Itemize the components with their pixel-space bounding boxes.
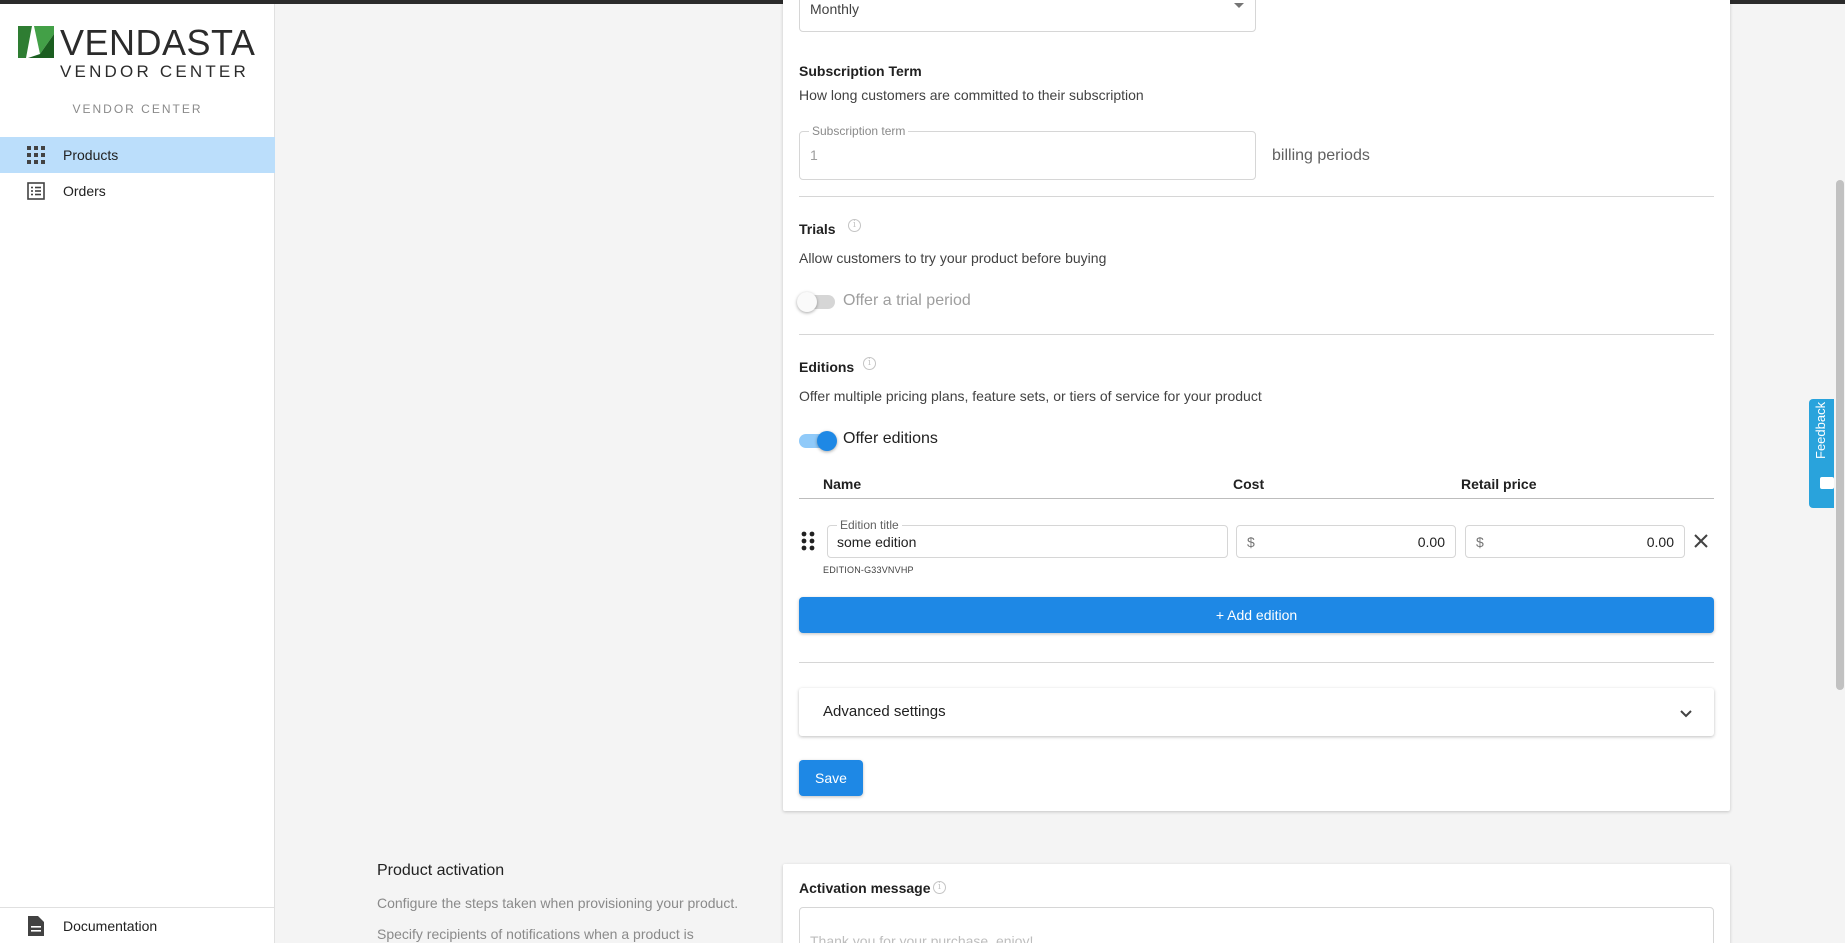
column-header-name: Name xyxy=(823,476,862,492)
sidebar-item-orders[interactable]: Orders xyxy=(0,173,275,209)
chat-icon xyxy=(1820,477,1834,489)
advanced-settings-label: Advanced settings xyxy=(823,703,946,720)
logo-wordmark: VENDASTA xyxy=(60,22,256,63)
subscription-term-label: Subscription term xyxy=(809,124,909,138)
sidebar-item-label: Documentation xyxy=(63,918,158,934)
feedback-label: Feedback xyxy=(1813,401,1828,459)
editions-toggle-label: Offer editions xyxy=(843,430,938,447)
column-header-cost: Cost xyxy=(1233,476,1265,492)
edition-title-field[interactable]: Edition title some edition xyxy=(827,518,1228,558)
sidebar-item-products[interactable]: Products xyxy=(0,137,275,173)
edition-cost-value: 0.00 xyxy=(1417,534,1445,550)
info-icon[interactable]: i xyxy=(933,881,946,894)
document-icon xyxy=(25,915,47,937)
drag-handle-icon[interactable] xyxy=(801,531,815,551)
vendasta-logo-mark-icon xyxy=(18,26,54,58)
toggle-thumb xyxy=(817,431,837,451)
edition-cost-field[interactable]: $ 0.00 xyxy=(1236,525,1456,558)
table-header-divider xyxy=(799,498,1714,499)
logo-subtitle: VENDOR CENTER xyxy=(60,62,249,81)
app-label: VENDOR CENTER xyxy=(72,102,203,116)
advanced-settings-panel[interactable]: Advanced settings xyxy=(799,688,1714,736)
divider xyxy=(799,334,1714,335)
subscription-term-field[interactable]: Subscription term 1 xyxy=(799,124,1256,180)
edition-retail-value: 0.00 xyxy=(1646,534,1674,550)
save-button[interactable]: Save xyxy=(799,760,863,796)
divider xyxy=(799,662,1714,663)
vendasta-logo[interactable]: VENDASTA VENDOR CENTER xyxy=(18,22,258,84)
product-activation-desc: Configure the steps taken when provision… xyxy=(377,895,739,911)
subscription-term-value: 1 xyxy=(810,147,818,163)
info-icon[interactable]: i xyxy=(848,219,861,232)
edition-title-value: some edition xyxy=(837,534,917,550)
sidebar-footer: Documentation xyxy=(0,907,275,943)
toggle-thumb xyxy=(797,292,817,312)
subscription-term-description: How long customers are committed to thei… xyxy=(799,87,1144,103)
activation-message-placeholder: Thank you for your purchase, enjoy! xyxy=(810,933,1034,943)
product-activation-title: Product activation xyxy=(377,862,505,879)
editions-toggle[interactable] xyxy=(799,431,837,451)
edition-retail-field[interactable]: $ 0.00 xyxy=(1465,525,1685,558)
activation-message-field[interactable]: Thank you for your purchase, enjoy! xyxy=(799,907,1714,943)
sidebar-item-label: Orders xyxy=(63,183,106,199)
grid-icon xyxy=(25,144,47,166)
divider xyxy=(799,196,1714,197)
trial-toggle-label: Offer a trial period xyxy=(843,292,971,309)
trials-description: Allow customers to try your product befo… xyxy=(799,250,1107,266)
editions-heading: Editions xyxy=(799,359,855,375)
billing-frequency-select[interactable]: Monthly xyxy=(799,0,1256,32)
chevron-down-icon xyxy=(1234,3,1244,8)
trial-toggle[interactable] xyxy=(797,292,835,312)
billing-frequency-value: Monthly xyxy=(810,1,860,17)
sidebar: VENDASTA VENDOR CENTER VENDOR CENTER Pro… xyxy=(0,4,275,943)
subscription-term-heading: Subscription Term xyxy=(799,63,922,79)
list-icon xyxy=(25,180,47,202)
activation-message-heading: Activation message xyxy=(799,880,931,896)
info-icon[interactable]: i xyxy=(863,357,876,370)
edition-title-label: Edition title xyxy=(837,518,902,532)
scrollbar-thumb[interactable] xyxy=(1836,180,1844,690)
chevron-down-icon xyxy=(1679,706,1693,720)
editions-description: Offer multiple pricing plans, feature se… xyxy=(799,388,1262,404)
add-edition-button[interactable]: + Add edition xyxy=(799,597,1714,633)
product-activation-desc-2: Specify recipients of notifications when… xyxy=(377,926,694,942)
remove-edition-close-icon[interactable] xyxy=(1694,534,1708,548)
currency-symbol: $ xyxy=(1476,534,1484,550)
sidebar-item-documentation[interactable]: Documentation xyxy=(0,908,275,943)
edition-id: EDITION-G33VNVHP xyxy=(823,565,914,575)
column-header-retail-price: Retail price xyxy=(1461,476,1537,492)
sidebar-item-label: Products xyxy=(63,147,119,163)
trials-heading: Trials xyxy=(799,221,836,237)
currency-symbol: $ xyxy=(1247,534,1255,550)
billing-periods-suffix: billing periods xyxy=(1272,147,1370,164)
